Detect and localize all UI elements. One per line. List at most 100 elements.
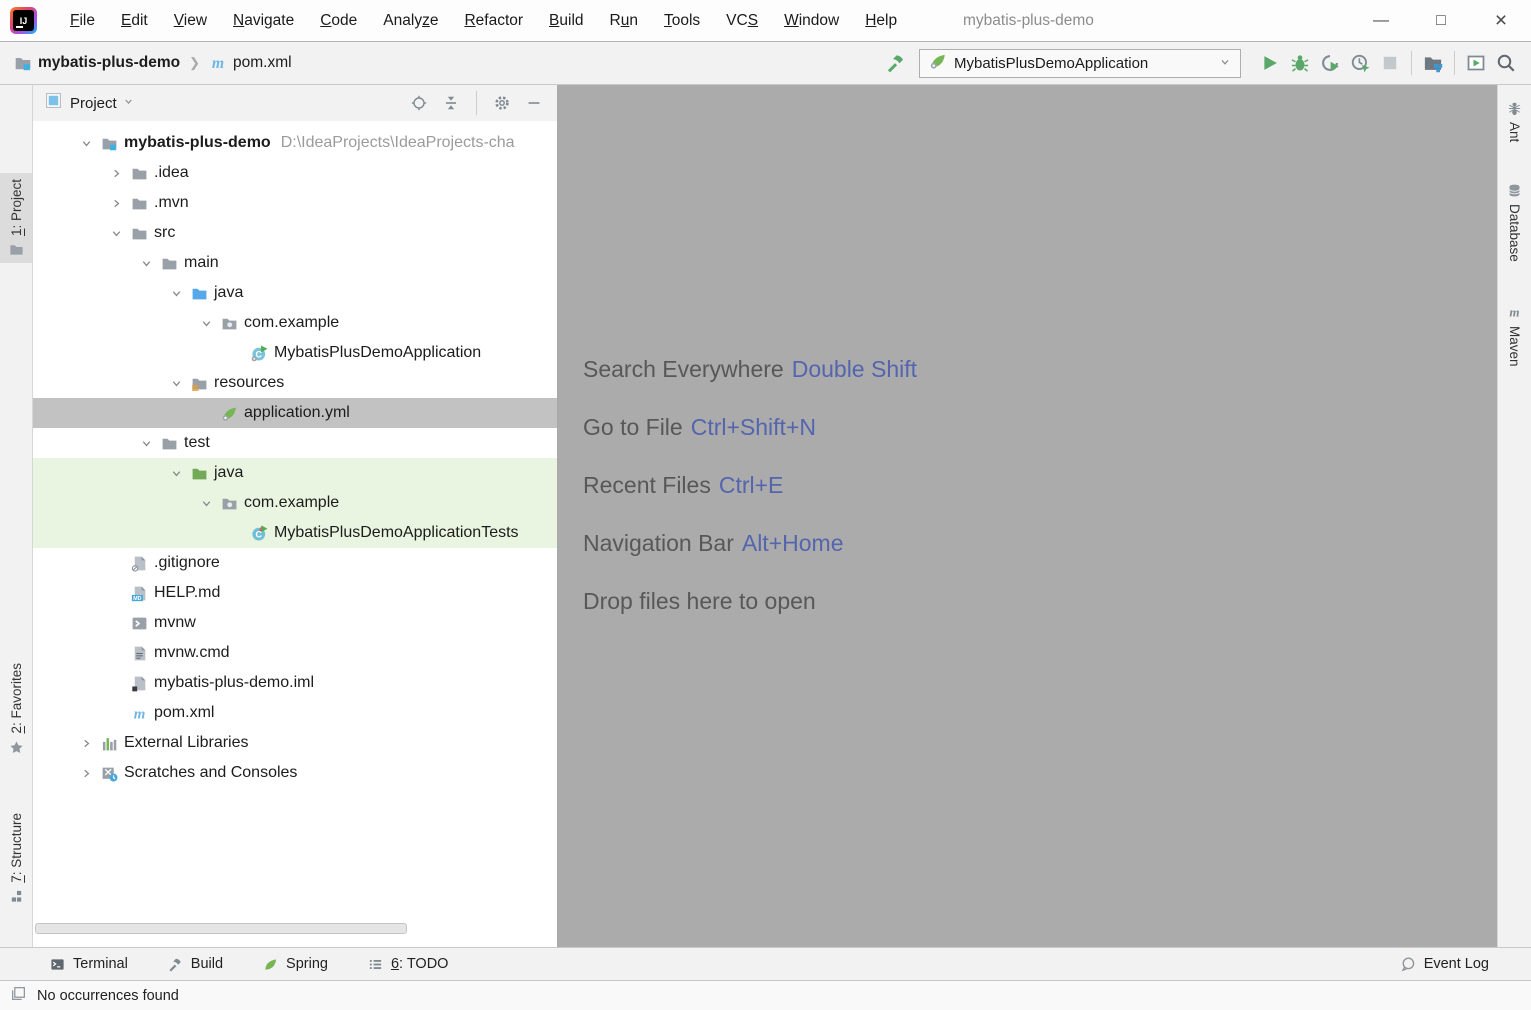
- tree-toggle[interactable]: [71, 737, 101, 750]
- tree-item-gitignore[interactable]: .gitignore: [33, 548, 557, 578]
- tool-window-button-maven[interactable]: mMaven: [1498, 299, 1531, 373]
- toolbar-actions: MybatisPlusDemoApplication: [881, 49, 1521, 78]
- folder-icon: [131, 165, 148, 182]
- tool-window-button-event-log[interactable]: Event Log: [1400, 956, 1489, 972]
- horizontal-scrollbar[interactable]: [35, 923, 407, 934]
- stop-button[interactable]: [1375, 49, 1405, 77]
- menu-analyze[interactable]: Analyze: [370, 0, 451, 41]
- tree-item-external-libraries[interactable]: External Libraries: [33, 728, 557, 758]
- menu-edit[interactable]: Edit: [108, 0, 161, 41]
- tree-item-mybatisplusdemoapplication[interactable]: CMybatisPlusDemoApplication: [33, 338, 557, 368]
- tool-window-button-1-project[interactable]: 1: Project: [0, 173, 32, 263]
- breadcrumb: mybatis-plus-demo❯mpom.xml: [14, 54, 292, 72]
- tree-toggle[interactable]: [131, 257, 161, 270]
- tree-item-test[interactable]: test: [33, 428, 557, 458]
- editor-empty-area: Search EverywhereDouble ShiftGo to FileC…: [558, 85, 1497, 947]
- menu-file[interactable]: File: [57, 0, 108, 41]
- breadcrumb-item-mybatis-plus-demo[interactable]: mybatis-plus-demo: [14, 54, 180, 72]
- tree-toggle[interactable]: [101, 227, 131, 240]
- tree-toggle[interactable]: [101, 197, 131, 210]
- chevron-right-icon: [80, 767, 93, 780]
- menu-vcs[interactable]: VCS: [713, 0, 771, 41]
- tree-item-java[interactable]: java: [33, 278, 557, 308]
- tree-item-idea[interactable]: .idea: [33, 158, 557, 188]
- tree-toggle[interactable]: [71, 767, 101, 780]
- tree-toggle[interactable]: [161, 287, 191, 300]
- tree-item-help-md[interactable]: MDHELP.md: [33, 578, 557, 608]
- shortcut-hint-recent-files: Recent FilesCtrl+E: [583, 471, 917, 499]
- tree-item-label: com.example: [244, 494, 339, 512]
- tree-item-com-example[interactable]: com.example: [33, 488, 557, 518]
- tree-item-application-yml[interactable]: application.yml: [33, 398, 557, 428]
- menu-code[interactable]: Code: [307, 0, 370, 41]
- tree-item-mvn[interactable]: .mvn: [33, 188, 557, 218]
- collapse-all-button[interactable]: [438, 90, 464, 116]
- tool-window-button-build[interactable]: Build: [168, 956, 223, 972]
- tree-item-label: Scratches and Consoles: [124, 764, 297, 782]
- tree-item-mvnw[interactable]: mvnw: [33, 608, 557, 638]
- debug-button[interactable]: [1285, 49, 1315, 77]
- menu-tools[interactable]: Tools: [651, 0, 713, 41]
- tree-item-java[interactable]: java: [33, 458, 557, 488]
- run-with-coverage-button[interactable]: [1315, 49, 1345, 77]
- tool-window-button-7-structure[interactable]: 7: Structure: [0, 807, 32, 910]
- tree-item-src[interactable]: src: [33, 218, 557, 248]
- tree-item-mybatis-plus-demo[interactable]: mybatis-plus-demoD:\IdeaProjects\IdeaPro…: [33, 128, 557, 158]
- project-panel-title[interactable]: Project: [70, 95, 117, 112]
- menu-view[interactable]: View: [161, 0, 220, 41]
- tool-window-button-ant[interactable]: Ant: [1498, 95, 1531, 148]
- menu-navigate[interactable]: Navigate: [220, 0, 307, 41]
- run-configuration-select[interactable]: MybatisPlusDemoApplication: [919, 49, 1241, 78]
- menu-run[interactable]: Run: [597, 0, 651, 41]
- tool-window-button-terminal[interactable]: Terminal: [50, 956, 128, 972]
- menu-build[interactable]: Build: [536, 0, 596, 41]
- tree-toggle[interactable]: [101, 167, 131, 180]
- chevron-down-icon[interactable]: [123, 96, 134, 107]
- scratches-icon: [101, 765, 118, 782]
- menu-refactor[interactable]: Refactor: [451, 0, 536, 41]
- settings-button[interactable]: [489, 90, 515, 116]
- tool-window-label: 6: TODO: [391, 956, 449, 972]
- locate-button[interactable]: [406, 90, 432, 116]
- hide-button[interactable]: [521, 90, 547, 116]
- search-everywhere-button[interactable]: [1491, 49, 1521, 77]
- gear-icon: [494, 95, 510, 111]
- close-button[interactable]: ×: [1471, 0, 1531, 41]
- shortcut-hint-navigation-bar: Navigation BarAlt+Home: [583, 529, 917, 557]
- project-structure-button[interactable]: [1418, 49, 1448, 77]
- build-button[interactable]: [881, 49, 911, 77]
- stripe-label: 2: Favorites: [9, 663, 24, 734]
- profiler-button[interactable]: [1345, 49, 1375, 77]
- tool-window-button-spring[interactable]: Spring: [263, 956, 328, 972]
- run-button[interactable]: [1255, 49, 1285, 77]
- tree-item-main[interactable]: main: [33, 248, 557, 278]
- maximize-button[interactable]: □: [1411, 0, 1471, 41]
- breadcrumb-item-pom-xml[interactable]: mpom.xml: [209, 54, 292, 72]
- copy-squares-icon[interactable]: [10, 985, 27, 1002]
- tree-item-pom-xml[interactable]: mpom.xml: [33, 698, 557, 728]
- menu-window[interactable]: Window: [771, 0, 852, 41]
- tree-item-resources[interactable]: resources: [33, 368, 557, 398]
- file-text-icon: [131, 645, 148, 662]
- tree-toggle[interactable]: [131, 437, 161, 450]
- tree-item-mybatis-plus-demo-iml[interactable]: mybatis-plus-demo.iml: [33, 668, 557, 698]
- tree-toggle[interactable]: [191, 497, 221, 510]
- minimize-button[interactable]: —: [1351, 0, 1411, 41]
- bottom-tool-window-bar: Terminal Build Spring 6: TODO Event Log: [0, 947, 1531, 980]
- tree-toggle[interactable]: [161, 377, 191, 390]
- tree-toggle[interactable]: [191, 317, 221, 330]
- tree-item-mybatisplusdemoapplicationtests[interactable]: CMybatisPlusDemoApplicationTests: [33, 518, 557, 548]
- tool-window-button-database[interactable]: Database: [1498, 177, 1531, 268]
- tool-window-button-2-favorites[interactable]: 2: Favorites: [0, 657, 32, 761]
- tree-toggle[interactable]: [71, 137, 101, 150]
- menu-help[interactable]: Help: [852, 0, 910, 41]
- tree-toggle[interactable]: [161, 467, 191, 480]
- run-dashboard-button[interactable]: [1461, 49, 1491, 77]
- tool-window-button-6-todo[interactable]: 6: TODO: [368, 956, 449, 972]
- folder-icon: [131, 195, 148, 212]
- tree-item-mvnw-cmd[interactable]: mvnw.cmd: [33, 638, 557, 668]
- tree-item-com-example[interactable]: com.example: [33, 308, 557, 338]
- tree-item-scratches-and-consoles[interactable]: Scratches and Consoles: [33, 758, 557, 788]
- tree-item-label: com.example: [244, 314, 339, 332]
- coverage-icon: [1320, 53, 1340, 73]
